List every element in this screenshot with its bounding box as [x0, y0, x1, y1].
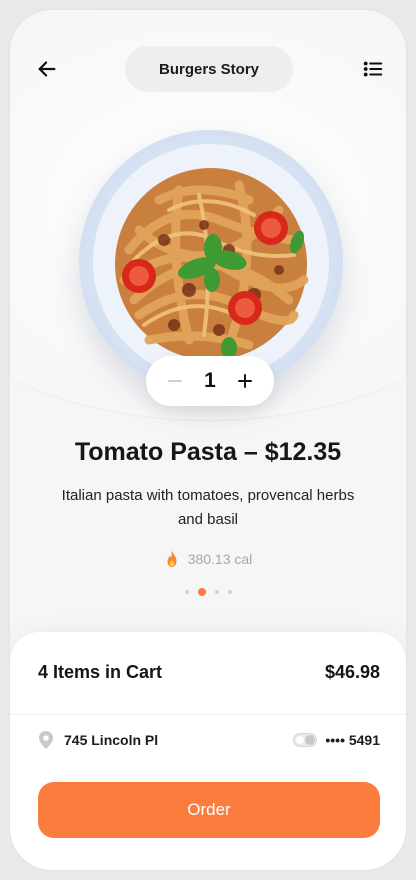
dish-title: Tomato Pasta – $12.35	[74, 438, 342, 466]
divider	[10, 714, 406, 715]
card-toggle-icon	[293, 733, 318, 747]
quantity-stepper: 1	[146, 356, 274, 406]
cart-panel: 4 Items in Cart $46.98 745 Lincoln Pl ••…	[10, 632, 406, 870]
top-bar: Burgers Story	[10, 46, 406, 92]
plus-icon	[238, 374, 252, 388]
pasta-plate-image	[79, 130, 343, 394]
cart-items-count: 4 Items in Cart	[38, 662, 163, 682]
cart-total: $46.98	[324, 662, 380, 682]
dish-description: Italian pasta with tomatoes, provencal h…	[61, 487, 355, 528]
increase-button[interactable]	[232, 368, 258, 394]
carousel-dot-active[interactable]	[197, 588, 206, 596]
delivery-payment-row: 745 Lincoln Pl •••• 5491	[38, 730, 380, 750]
carousel-dot[interactable]	[227, 590, 232, 594]
calories-info: 380.13 cal	[10, 550, 406, 568]
arrow-left-icon	[38, 61, 56, 77]
delivery-address[interactable]: 745 Lincoln Pl	[38, 730, 158, 750]
menu-button[interactable]	[356, 52, 390, 86]
page-title: Burgers Story	[125, 46, 293, 92]
order-button[interactable]: Order	[38, 782, 380, 838]
quantity-value: 1	[204, 369, 216, 392]
carousel-indicator	[10, 588, 406, 596]
calories-value: 380.13 cal	[187, 551, 253, 567]
decrease-button[interactable]	[162, 368, 188, 394]
cart-summary: 4 Items in Cart $46.98	[38, 662, 380, 683]
fire-icon	[167, 550, 177, 568]
payment-method[interactable]: •••• 5491	[293, 732, 380, 748]
pasta-illustration	[93, 144, 329, 380]
phone-screen: Burgers Story 1 Tomato Pasta – $12.35 It…	[10, 10, 406, 870]
card-number: •••• 5491	[325, 732, 380, 748]
list-menu-icon	[363, 61, 383, 77]
location-pin-icon	[39, 731, 53, 749]
minus-icon	[168, 380, 182, 382]
carousel-dot[interactable]	[184, 590, 189, 594]
address-text: 745 Lincoln Pl	[64, 732, 159, 748]
carousel-dot[interactable]	[214, 590, 219, 594]
back-button[interactable]	[30, 52, 64, 86]
